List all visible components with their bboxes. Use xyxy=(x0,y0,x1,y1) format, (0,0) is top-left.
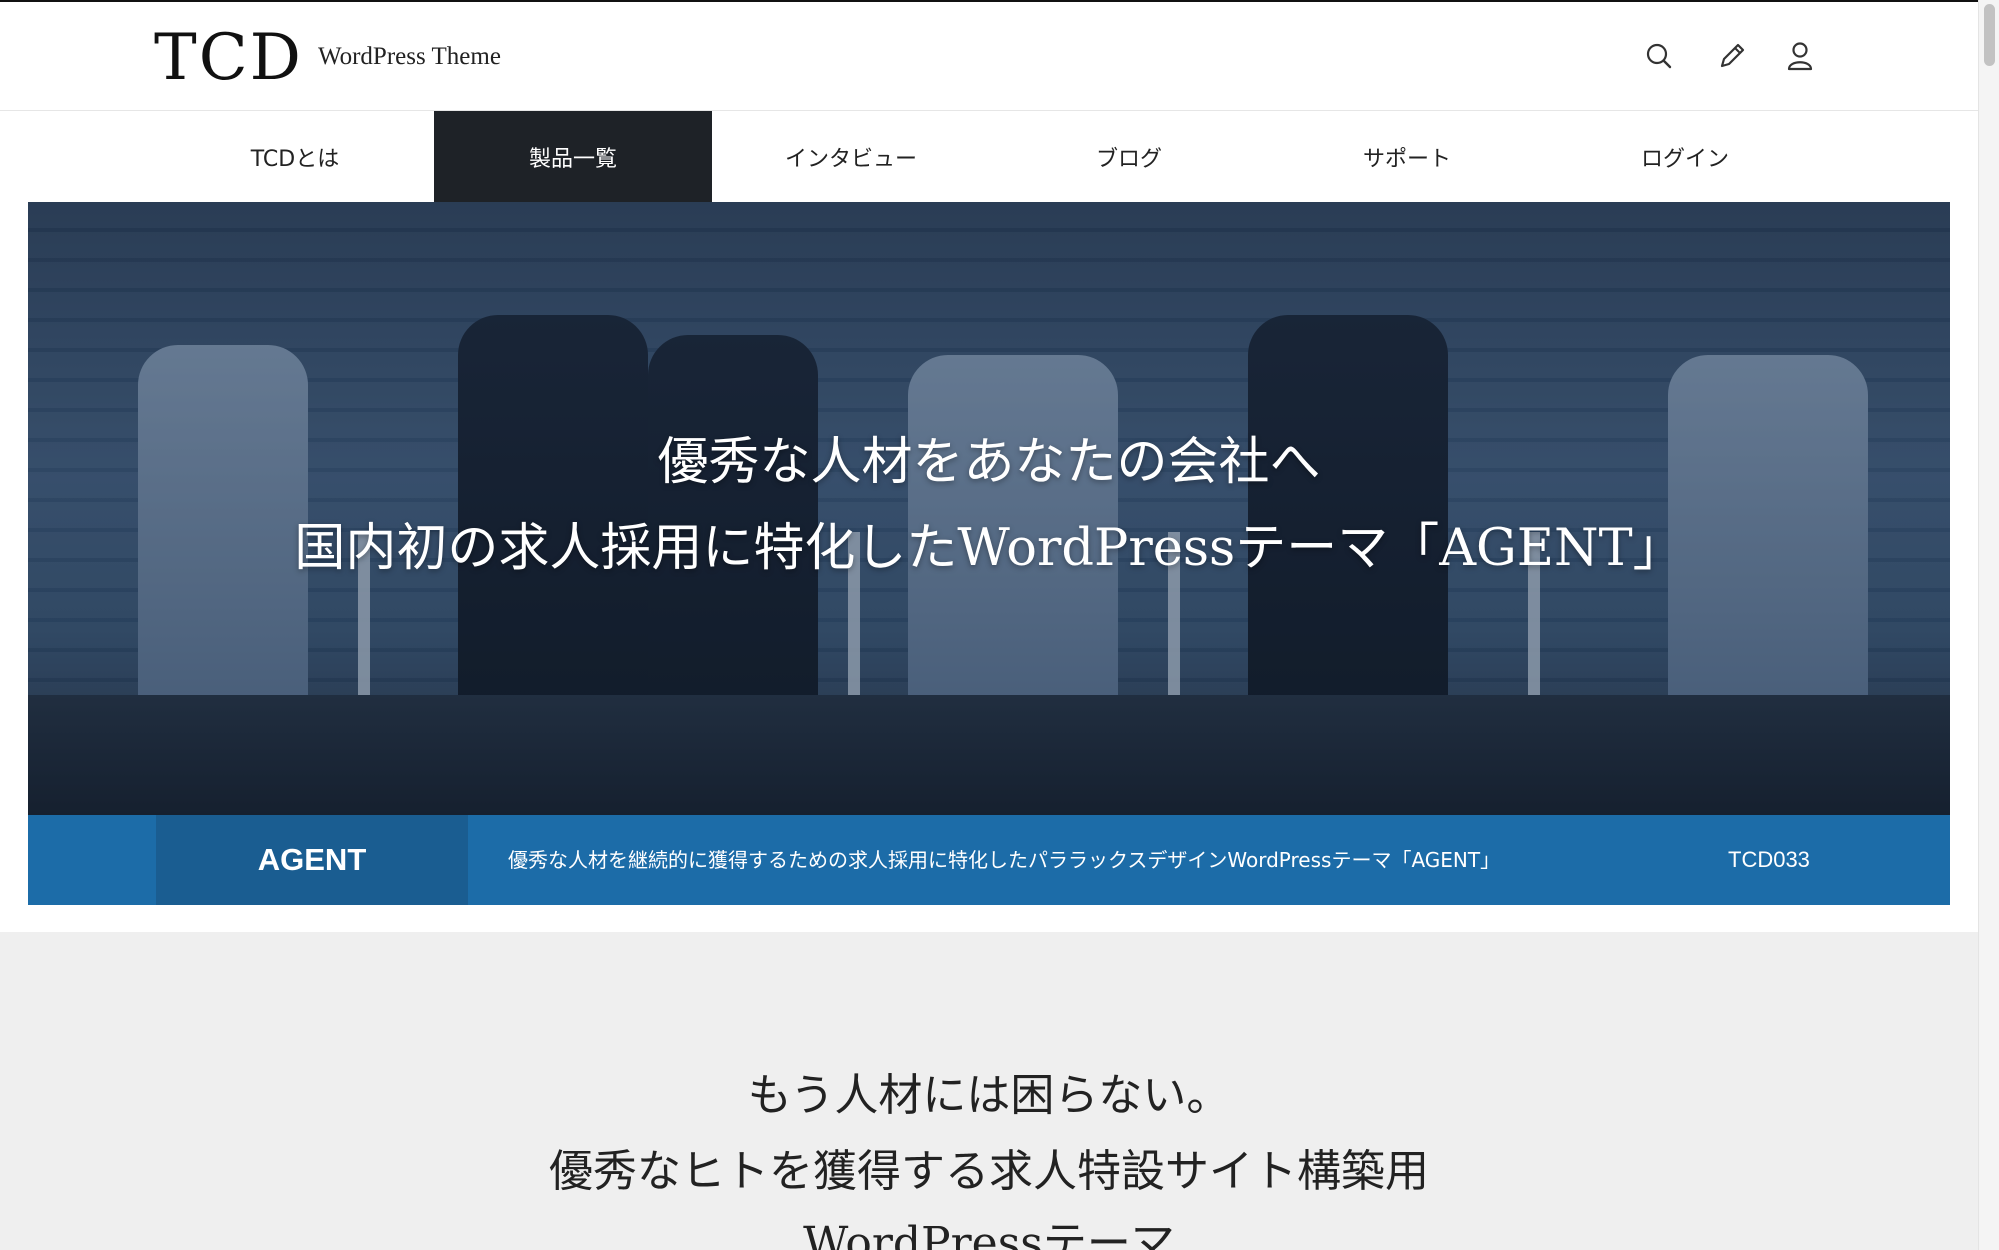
pencil-icon[interactable] xyxy=(1714,38,1750,74)
nav-item-login[interactable]: ログイン xyxy=(1546,111,1824,202)
site-logo[interactable]: TCD xyxy=(154,20,303,96)
product-description: 優秀な人材を継続的に獲得するための求人採用に特化したパララックスデザインWord… xyxy=(508,848,1501,872)
user-icon[interactable] xyxy=(1782,38,1818,74)
product-bar[interactable]: AGENT 優秀な人材を継続的に獲得するための求人採用に特化したパララックスデザ… xyxy=(28,815,1950,905)
nav-item-about[interactable]: TCDとは xyxy=(156,111,434,202)
intro-heading-2: 優秀なヒトを獲得する求人特設サイト構築用 xyxy=(549,1146,1429,1197)
nav-item-products[interactable]: 製品一覧 xyxy=(434,111,712,202)
intro-heading-1: もう人材には困らない。 xyxy=(747,1070,1231,1121)
nav-item-support[interactable]: サポート xyxy=(1268,111,1546,202)
main-nav: TCDとは 製品一覧 インタビュー ブログ サポート ログイン xyxy=(0,111,1978,202)
scrollbar-thumb[interactable] xyxy=(1984,4,1995,66)
product-code: TCD033 xyxy=(1728,847,1810,872)
hero-banner[interactable]: 優秀な人材をあなたの会社へ 国内初の求人採用に特化したWordPressテーマ「… xyxy=(28,202,1950,815)
site-tagline: WordPress Theme xyxy=(318,43,501,70)
nav-item-blog[interactable]: ブログ xyxy=(990,111,1268,202)
product-name: AGENT xyxy=(156,815,468,905)
intro-heading-3: WordPressテーマ xyxy=(803,1218,1175,1250)
page-scrollbar[interactable] xyxy=(1978,0,1999,1250)
hero-headline-2: 国内初の求人採用に特化したWordPressテーマ「AGENT」 xyxy=(294,519,1684,578)
search-icon[interactable] xyxy=(1641,38,1677,74)
intro-section: もう人材には困らない。 優秀なヒトを獲得する求人特設サイト構築用 WordPre… xyxy=(0,932,1978,1250)
hero-headline-1: 優秀な人材をあなたの会社へ xyxy=(657,433,1321,492)
hero-overlay xyxy=(28,202,1950,815)
nav-item-interview[interactable]: インタビュー xyxy=(712,111,990,202)
site-header: TCD WordPress Theme xyxy=(0,2,1978,111)
